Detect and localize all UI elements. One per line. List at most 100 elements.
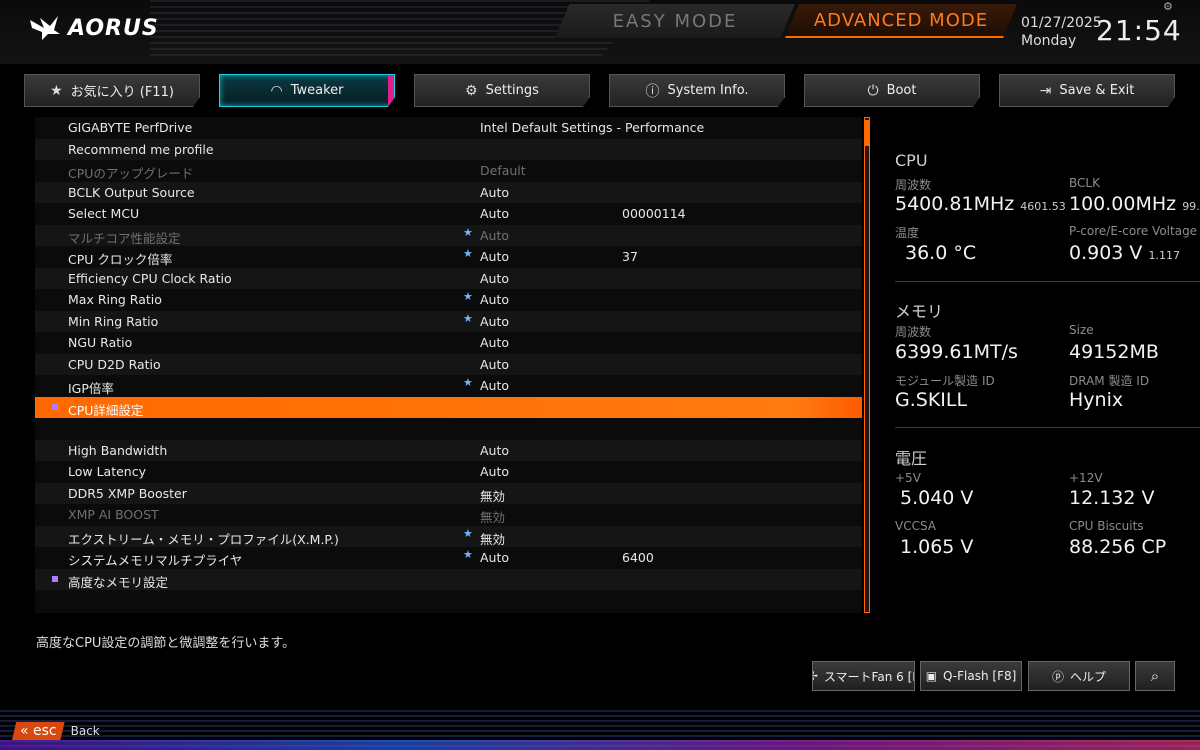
scrollbar-thumb[interactable] <box>864 120 870 146</box>
search-button[interactable]: ⌕ <box>1135 661 1175 691</box>
star-icon: ★ <box>463 526 473 540</box>
setting-row[interactable]: IGP倍率 ★ Auto <box>35 375 862 396</box>
p12v-value: 12.132 V <box>1069 487 1155 509</box>
tab-settings[interactable]: ⚙ Settings <box>414 74 590 107</box>
setting-current-value: 37 <box>622 249 638 264</box>
setting-label: Recommend me profile <box>68 141 214 157</box>
setting-label: Max Ring Ratio <box>68 292 162 307</box>
mem-freq-label: 周波数 <box>895 325 932 339</box>
setting-label: CPU クロック倍率 <box>68 252 173 267</box>
setting-label: CPU詳細設定 <box>68 402 144 418</box>
scrollbar-track <box>864 117 870 613</box>
setting-row[interactable]: エクストリーム・メモリ・プロファイル(X.M.P.) ★ 無効 <box>35 525 862 548</box>
voltage-section-title: 電圧 <box>895 449 928 468</box>
setting-row[interactable]: Max Ring Ratio ★ Auto <box>35 289 862 310</box>
setting-row[interactable]: Efficiency CPU Clock Ratio Auto <box>35 267 862 289</box>
setting-row[interactable]: BCLK Output Source Auto <box>35 181 862 203</box>
setting-value[interactable]: Default <box>480 163 526 178</box>
fan-icon: ✢ <box>813 669 818 683</box>
core-voltage-label: P-core/E-core Voltage <box>1069 224 1198 238</box>
setting-value[interactable]: Auto <box>480 292 509 307</box>
setting-value[interactable]: Auto <box>480 378 509 393</box>
aorus-eagle-icon <box>30 16 60 40</box>
settings-gear-icon[interactable]: ⚙ <box>1163 0 1173 13</box>
cpu-biscuits-value: 88.256 CP <box>1069 536 1167 558</box>
setting-row[interactable]: High Bandwidth Auto <box>35 439 862 461</box>
p12v-label: +12V <box>1069 471 1103 485</box>
star-icon: ★ <box>463 376 473 389</box>
bclk-value: 100.00MHz 99.99 <box>1069 193 1200 215</box>
smart-fan-button[interactable]: ✢ スマートFan 6 [F <box>812 661 915 691</box>
setting-current-value: 6400 <box>622 550 654 565</box>
star-icon: ★ <box>463 548 473 561</box>
setting-row[interactable]: CPU D2D Ratio Auto <box>35 353 862 375</box>
setting-row[interactable]: GIGABYTE PerfDrive Intel Default Settings… <box>35 117 862 138</box>
gauge-icon: ◠ <box>270 82 283 99</box>
tab-label: Tweaker <box>290 83 344 98</box>
setting-row[interactable]: DDR5 XMP Booster 無効 <box>35 482 862 505</box>
tab-boot[interactable]: ⏻ Boot <box>804 74 980 107</box>
setting-label: CPU D2D Ratio <box>68 356 161 372</box>
aorus-logo: AORUS <box>28 14 159 42</box>
setting-value[interactable]: Auto <box>480 464 509 479</box>
setting-value[interactable]: Intel Default Settings - Performance <box>480 120 704 135</box>
tab-tweaker[interactable]: ◠ Tweaker <box>219 74 395 107</box>
setting-value[interactable]: Auto <box>480 335 509 350</box>
easy-mode-button[interactable]: EASY MODE <box>555 4 795 38</box>
tab-system-info[interactable]: ⓘ System Info. <box>609 74 785 107</box>
tab-favorites[interactable]: ★ お気に入り (F11) <box>24 74 200 107</box>
setting-value[interactable]: Auto <box>480 249 509 264</box>
submenu-bullet-icon <box>52 575 58 582</box>
module-vendor-value: G.SKILL <box>895 389 968 411</box>
setting-label: Efficiency CPU Clock Ratio <box>68 270 232 286</box>
search-icon: ⌕ <box>1150 667 1160 685</box>
list-scrollbar[interactable] <box>864 117 870 613</box>
setting-value[interactable]: 無効 <box>480 507 505 526</box>
setting-row[interactable]: CPU クロック倍率 ★ Auto 37 <box>35 246 862 267</box>
vccsa-label: VCCSA <box>895 519 937 533</box>
logo-text: AORUS <box>68 15 159 41</box>
tab-label: Settings <box>485 83 539 98</box>
back-label: Back <box>70 724 100 738</box>
setting-value[interactable]: Auto <box>480 228 509 243</box>
setting-row[interactable]: マルチコア性能設定 ★ Auto <box>35 224 862 246</box>
cpu-temp-value: 36.0 °C <box>905 242 977 264</box>
q-flash-button[interactable]: ▣ Q-Flash [F8] <box>920 661 1022 691</box>
setting-label: システムメモリマルチプライヤ <box>68 553 243 568</box>
esc-back-button[interactable]: « esc Back <box>12 722 100 740</box>
setting-row[interactable]: Low Latency Auto <box>35 461 862 482</box>
setting-row[interactable]: Recommend me profile <box>35 138 862 160</box>
setting-label: 高度なメモリ設定 <box>68 574 169 590</box>
help-description: 高度なCPU設定の調節と微調整を行います。 <box>36 636 296 651</box>
setting-row[interactable]: NGU Ratio Auto <box>35 332 862 353</box>
setting-value[interactable]: Auto <box>480 357 509 372</box>
setting-row[interactable]: XMP AI BOOST 無効 <box>35 504 862 525</box>
help-button[interactable]: ⓟ ヘルプ <box>1028 661 1130 691</box>
setting-value[interactable]: Auto <box>480 443 509 458</box>
dram-vendor-label: DRAM 製造 ID <box>1069 374 1150 388</box>
date-text: 01/27/2025 <box>1021 15 1102 31</box>
setting-row-selected[interactable]: CPU詳細設定 <box>35 396 862 418</box>
setting-value[interactable]: Auto <box>480 271 509 286</box>
tab-label: Boot <box>886 83 917 98</box>
advanced-mode-button[interactable]: ADVANCED MODE <box>785 4 1017 38</box>
favorites-icon: ★ <box>50 82 63 99</box>
setting-label: エクストリーム・メモリ・プロファイル(X.M.P.) <box>68 531 339 547</box>
setting-value[interactable]: Auto <box>480 185 509 200</box>
setting-row[interactable]: Min Ring Ratio ★ Auto <box>35 310 862 332</box>
setting-value[interactable]: 無効 <box>480 486 505 505</box>
setting-row[interactable]: CPUのアップグレード Default <box>35 160 862 181</box>
setting-value[interactable]: Auto <box>480 314 509 329</box>
gear-icon: ⚙ <box>465 82 478 99</box>
p5v-value: 5.040 V <box>900 487 974 509</box>
cpu-temp-label: 温度 <box>895 226 920 240</box>
info-icon: ⓘ <box>645 83 660 100</box>
setting-row[interactable]: システムメモリマルチプライヤ ★ Auto 6400 <box>35 547 862 568</box>
module-vendor-label: モジュール製造 ID <box>895 374 995 388</box>
setting-value[interactable]: Auto <box>480 206 509 221</box>
tab-save-exit[interactable]: ⇥ Save & Exit <box>999 74 1175 107</box>
setting-row[interactable]: 高度なメモリ設定 <box>35 568 862 590</box>
setting-value[interactable]: 無効 <box>480 529 505 548</box>
setting-row[interactable]: Select MCU Auto 00000114 <box>35 203 862 224</box>
setting-value[interactable]: Auto <box>480 550 509 565</box>
